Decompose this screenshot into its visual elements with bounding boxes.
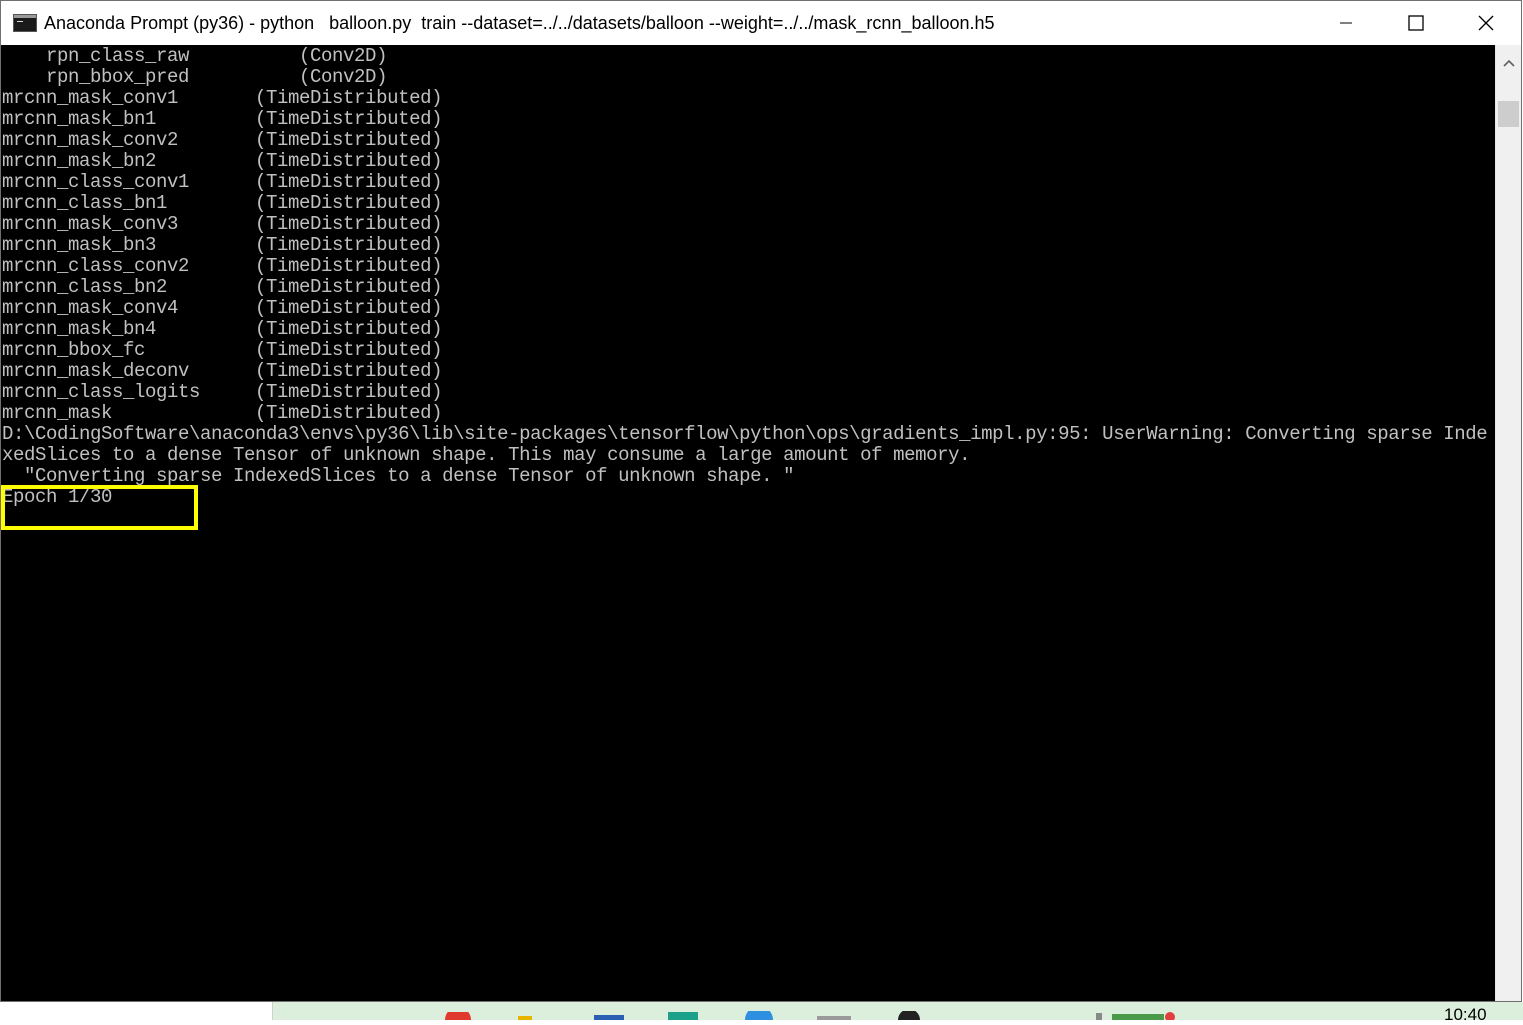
- title-bar[interactable]: Anaconda Prompt (py36) - python balloon.…: [1, 1, 1521, 45]
- console-line: D:\CodingSoftware\anaconda3\envs\py36\li…: [2, 423, 1488, 445]
- console-line: rpn_bbox_pred (Conv2D): [2, 66, 388, 88]
- console-line: mrcnn_mask_bn2 (TimeDistributed): [2, 150, 443, 172]
- console-line: mrcnn_mask_conv3 (TimeDistributed): [2, 213, 443, 235]
- console-line: mrcnn_bbox_fc (TimeDistributed): [2, 339, 443, 361]
- vertical-scrollbar[interactable]: [1495, 45, 1521, 1001]
- scroll-up-button[interactable]: [1496, 45, 1521, 81]
- highlight-box: [1, 485, 198, 530]
- console-line: mrcnn_mask_conv2 (TimeDistributed): [2, 129, 443, 151]
- taskbar: 10:40: [0, 1002, 1523, 1024]
- minimize-icon: [1340, 22, 1352, 24]
- console-line: mrcnn_class_logits (TimeDistributed): [2, 381, 443, 403]
- console-line: mrcnn_class_bn1 (TimeDistributed): [2, 192, 443, 214]
- app-icon-yellow[interactable]: [516, 1014, 536, 1020]
- console-line: mrcnn_class_conv1 (TimeDistributed): [2, 171, 443, 193]
- maximize-icon: [1408, 15, 1424, 31]
- app-icon-teal[interactable]: [666, 1010, 700, 1020]
- console-line: mrcnn_mask_deconv (TimeDistributed): [2, 360, 443, 382]
- console-line: xedSlices to a dense Tensor of unknown s…: [2, 444, 971, 466]
- terminal-icon: [13, 14, 37, 32]
- close-button[interactable]: [1451, 1, 1521, 45]
- console-line: mrcnn_mask_conv1 (TimeDistributed): [2, 87, 443, 109]
- app-icon-circle[interactable]: [742, 1011, 776, 1020]
- console-line: "Converting sparse IndexedSlices to a de…: [2, 465, 795, 487]
- console-line: mrcnn_class_conv2 (TimeDistributed): [2, 255, 443, 277]
- minimize-button[interactable]: [1311, 1, 1381, 45]
- console-output[interactable]: rpn_class_raw (Conv2D) rpn_bbox_pred (Co…: [1, 45, 1495, 1001]
- maximize-button[interactable]: [1381, 1, 1451, 45]
- taskbar-search-area[interactable]: [0, 1002, 273, 1020]
- battery-icon[interactable]: [1090, 1011, 1180, 1020]
- taskbar-clock[interactable]: 10:40: [1444, 1005, 1487, 1025]
- close-icon: [1478, 15, 1494, 31]
- console-line: mrcnn_mask_bn4 (TimeDistributed): [2, 318, 443, 340]
- console-line: mrcnn_mask_bn3 (TimeDistributed): [2, 234, 443, 256]
- console-line: mrcnn_mask_conv4 (TimeDistributed): [2, 297, 443, 319]
- app-icon-blue[interactable]: [592, 1012, 626, 1020]
- window-title: Anaconda Prompt (py36) - python balloon.…: [44, 12, 995, 33]
- scroll-thumb[interactable]: [1498, 101, 1519, 127]
- console-line: mrcnn_class_bn2 (TimeDistributed): [2, 276, 443, 298]
- app-icon-red[interactable]: [443, 1012, 473, 1020]
- app-icon-dark[interactable]: [896, 1011, 922, 1020]
- console-line: mrcnn_mask_bn1 (TimeDistributed): [2, 108, 443, 130]
- app-icon-grey[interactable]: [815, 1014, 853, 1020]
- console-line: mrcnn_mask (TimeDistributed): [2, 402, 443, 424]
- chevron-up-icon: [1502, 59, 1515, 67]
- console-line: rpn_class_raw (Conv2D): [2, 45, 388, 67]
- console-window: Anaconda Prompt (py36) - python balloon.…: [0, 0, 1522, 1002]
